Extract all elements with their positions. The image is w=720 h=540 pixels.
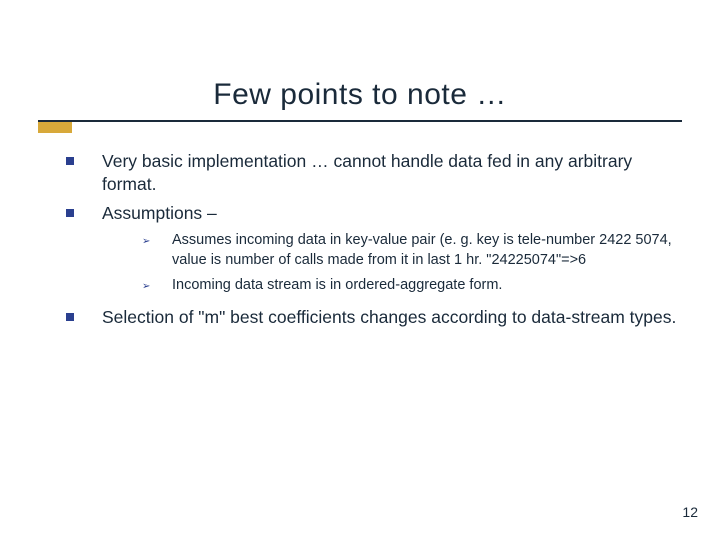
slide-title: Few points to note … [0,78,720,112]
square-bullet-icon [66,150,102,196]
arrow-bullet-icon: ➢ [142,231,172,270]
title-underline [38,120,682,122]
arrow-bullet-icon: ➢ [142,276,172,296]
slide-body: Very basic implementation … cannot handl… [66,150,684,335]
list-item-text: Very basic implementation … cannot handl… [102,150,684,196]
sublist: ➢ Assumes incoming data in key-value pai… [142,231,684,296]
square-bullet-icon [66,306,102,329]
list-item: ➢ Assumes incoming data in key-value pai… [142,231,684,270]
list-item: Very basic implementation … cannot handl… [66,150,684,196]
list-item: Selection of "m" best coefficients chang… [66,306,684,329]
accent-block [38,122,72,133]
list-item: Assumptions – [66,202,684,225]
page-number: 12 [682,504,698,520]
list-item: ➢ Incoming data stream is in ordered-agg… [142,276,684,296]
list-item-text: Incoming data stream is in ordered-aggre… [172,276,684,296]
list-item-text: Selection of "m" best coefficients chang… [102,306,684,329]
list-item-text: Assumptions – [102,202,684,225]
list-item-text: Assumes incoming data in key-value pair … [172,231,684,270]
square-bullet-icon [66,202,102,225]
title-area: Few points to note … [0,78,720,112]
